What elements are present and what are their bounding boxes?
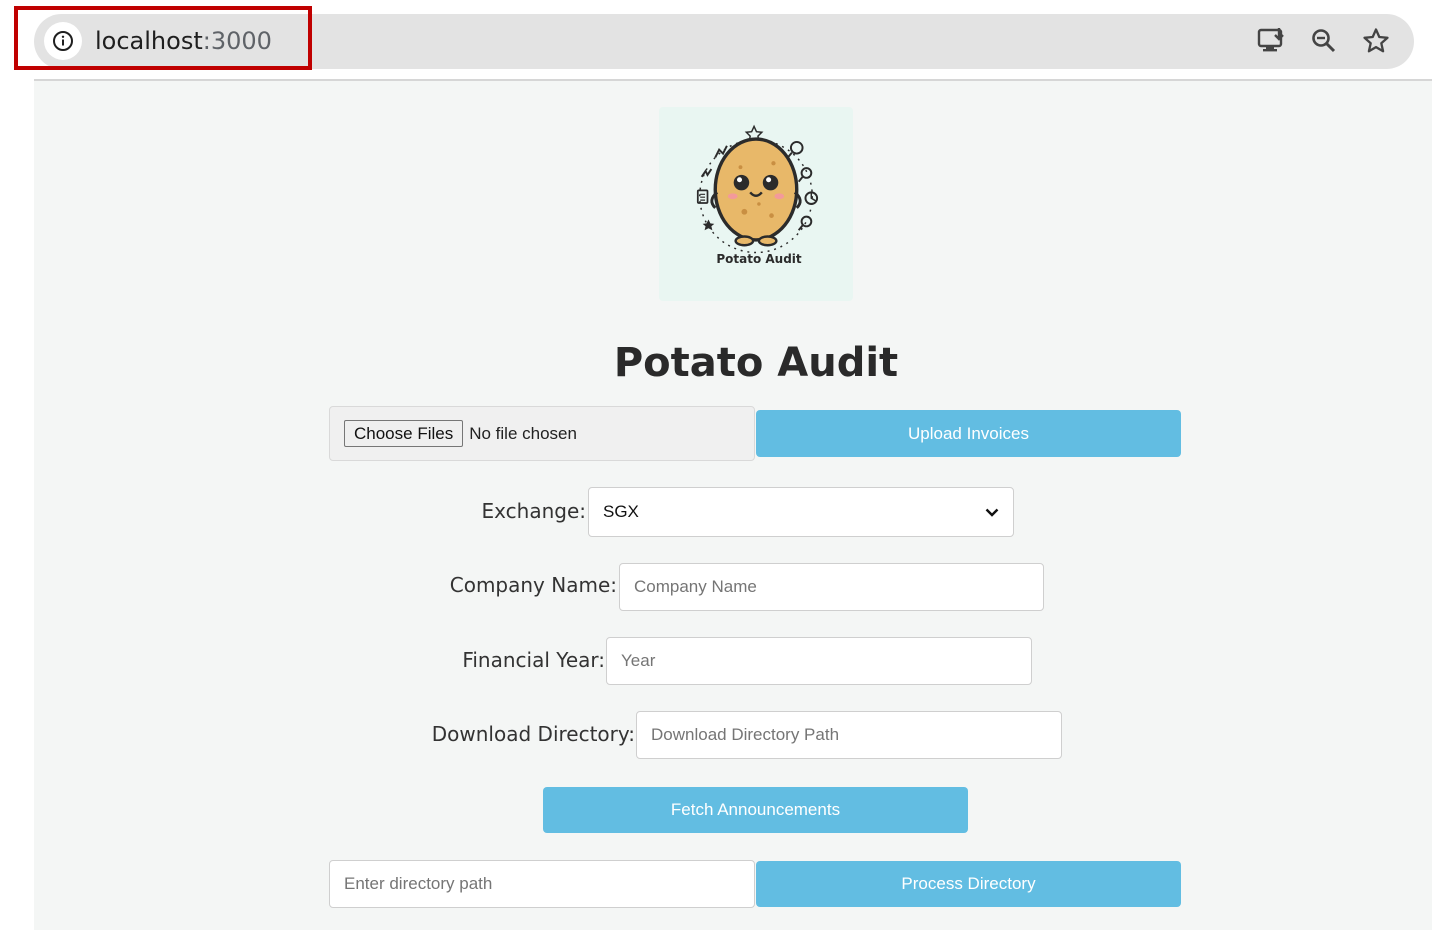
exchange-select[interactable]: SGX — [588, 487, 1014, 537]
process-directory-button[interactable]: Process Directory — [756, 861, 1181, 907]
download-directory-placeholder: Download Directory Path — [651, 725, 840, 744]
logo-caption: Potato Audit — [716, 252, 802, 266]
zoom-icon[interactable] — [1309, 26, 1339, 56]
download-directory-label: Download Directory: — [431, 722, 635, 746]
upload-invoices-button[interactable]: Upload Invoices — [756, 410, 1181, 457]
company-name-label: Company Name: — [449, 573, 617, 597]
financial-year-placeholder: Year — [621, 651, 656, 670]
url-text[interactable]: localhost:3000 — [95, 26, 272, 56]
url-port: :3000 — [202, 27, 272, 55]
download-directory-input[interactable]: Download Directory Path — [636, 711, 1062, 759]
exchange-selected-value: SGX — [603, 502, 639, 521]
install-app-icon[interactable] — [1257, 26, 1287, 56]
file-upload-input[interactable]: Choose Files No file chosen — [329, 406, 755, 461]
fetch-announcements-button[interactable]: Fetch Announcements — [543, 787, 968, 833]
company-name-placeholder: Company Name — [634, 577, 757, 596]
app-logo: Potato Audit — [659, 107, 853, 301]
url-host: localhost — [95, 27, 203, 55]
choose-files-button[interactable]: Choose Files — [344, 420, 464, 447]
bookmark-star-icon[interactable] — [1361, 26, 1391, 56]
directory-path-input[interactable]: Enter directory path — [329, 860, 755, 908]
potato-mascot-icon — [696, 124, 819, 254]
financial-year-input[interactable]: Year — [606, 637, 1032, 685]
page-title: Potato Audit — [613, 340, 899, 386]
chevron-down-icon — [985, 508, 999, 517]
exchange-label: Exchange: — [481, 499, 586, 523]
file-status-text: No file chosen — [469, 423, 577, 443]
company-name-input[interactable]: Company Name — [619, 563, 1044, 611]
financial-year-label: Financial Year: — [462, 648, 605, 672]
directory-path-placeholder: Enter directory path — [344, 874, 493, 893]
site-info-icon[interactable] — [44, 22, 82, 60]
